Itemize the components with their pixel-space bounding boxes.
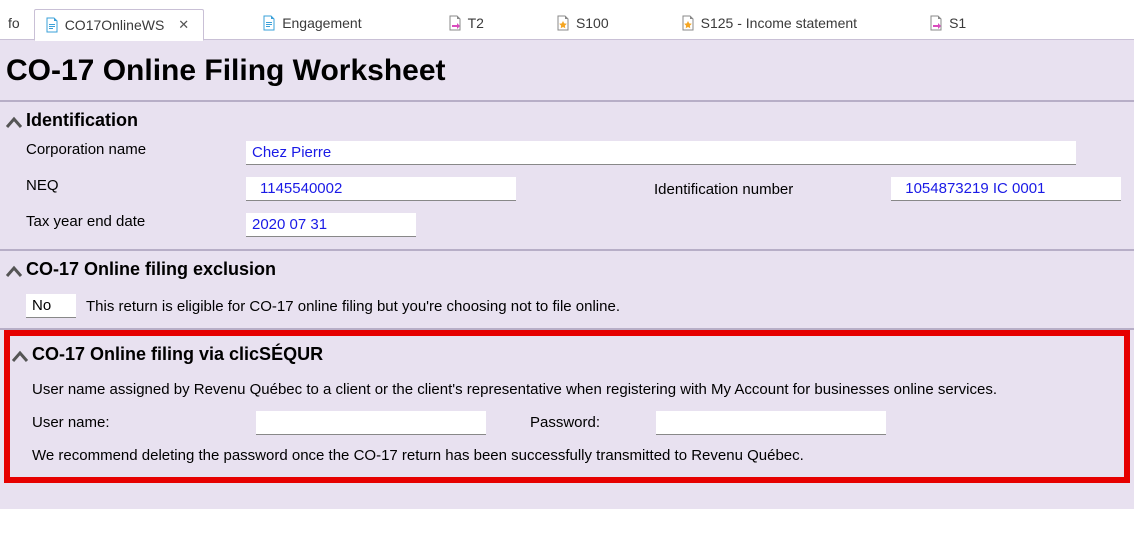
section-title: CO-17 Online filing exclusion (26, 259, 276, 280)
tab-s100[interactable]: S100 (546, 7, 623, 39)
neq-input[interactable] (246, 177, 516, 201)
chevron-up-icon (6, 114, 22, 128)
password-label: Password: (530, 414, 600, 431)
tab-partial-left[interactable]: fo (4, 7, 34, 39)
page-title: CO-17 Online Filing Worksheet (0, 40, 1134, 100)
tab-label: S1 (949, 15, 966, 31)
clicsequr-highlight-box: CO-17 Online filing via clicSÉQUR User n… (4, 330, 1130, 483)
section-title: CO-17 Online filing via clicSÉQUR (32, 344, 323, 365)
file-arrow-icon (929, 15, 943, 31)
id-number-label: Identification number (654, 181, 793, 198)
section-toggle-clicsequr[interactable]: CO-17 Online filing via clicSÉQUR (10, 336, 1124, 375)
file-icon (45, 17, 59, 33)
section-toggle-exclusion[interactable]: CO-17 Online filing exclusion (0, 251, 1134, 290)
file-star-icon (681, 15, 695, 31)
tab-s1[interactable]: S1 (919, 7, 980, 39)
tab-co17onlinews[interactable]: CO17OnlineWS ✕ (34, 9, 205, 41)
user-name-label: User name: (32, 414, 142, 431)
tax-year-end-input[interactable] (246, 213, 416, 237)
section-toggle-identification[interactable]: Identification (0, 102, 1134, 141)
tab-t2[interactable]: T2 (438, 7, 498, 39)
tab-label: S125 - Income statement (701, 15, 857, 31)
tab-s125[interactable]: S125 - Income statement (671, 7, 871, 39)
tab-label: T2 (468, 15, 484, 31)
clicsequr-note: We recommend deleting the password once … (10, 441, 1124, 477)
corp-name-input[interactable] (246, 141, 1076, 165)
chevron-up-icon (12, 348, 28, 362)
exclusion-value-input[interactable] (26, 294, 76, 318)
file-star-icon (556, 15, 570, 31)
tab-engagement[interactable]: Engagement (252, 7, 375, 39)
file-arrow-icon (448, 15, 462, 31)
exclusion-row: This return is eligible for CO-17 online… (0, 290, 1134, 328)
section-title: Identification (26, 110, 138, 131)
file-icon (262, 15, 276, 31)
neq-label: NEQ (26, 177, 246, 201)
user-name-input[interactable] (256, 411, 486, 435)
tab-label: CO17OnlineWS (65, 17, 165, 33)
tax-year-end-label: Tax year end date (26, 213, 246, 237)
chevron-up-icon (6, 263, 22, 277)
tab-partial-label: fo (8, 15, 20, 31)
tab-label: S100 (576, 15, 609, 31)
password-input[interactable] (656, 411, 886, 435)
close-icon[interactable]: ✕ (178, 17, 189, 33)
id-number-input[interactable] (891, 177, 1121, 201)
credentials-row: User name: Password: (10, 411, 1124, 441)
tab-strip: fo CO17OnlineWS ✕ Engagement T2 S100 S12… (0, 0, 1134, 40)
page-body: CO-17 Online Filing Worksheet Identifica… (0, 40, 1134, 509)
identification-grid: Corporation name NEQ ❚ Identification nu… (0, 141, 1134, 249)
tab-label: Engagement (282, 15, 361, 31)
exclusion-text: This return is eligible for CO-17 online… (86, 298, 620, 315)
corp-name-label: Corporation name (26, 141, 246, 165)
clicsequr-intro: User name assigned by Revenu Québec to a… (10, 375, 1124, 411)
